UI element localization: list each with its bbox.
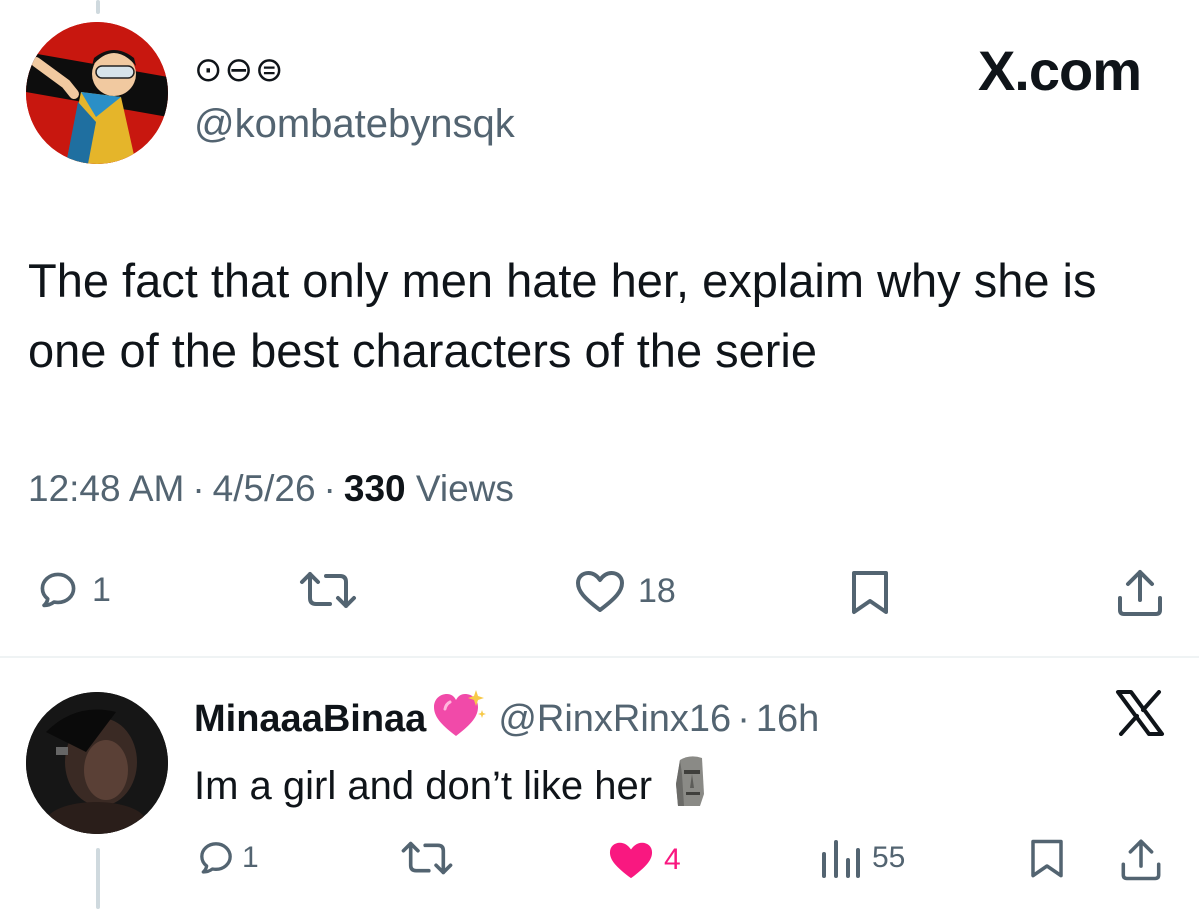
reply-bookmark-button[interactable] (1026, 836, 1068, 882)
reply-author-avatar[interactable] (26, 692, 168, 834)
reply-text: Im a girl and don’t like her (194, 763, 653, 808)
views-count[interactable]: 330 (344, 468, 406, 509)
heart-outline-icon (576, 571, 624, 612)
reply-icon (40, 572, 76, 608)
display-name[interactable]: ⊙⊖⊜ (194, 50, 285, 90)
thread-line-top (96, 0, 100, 14)
reply-views-button[interactable]: 55 (818, 838, 905, 878)
bookmark-icon (852, 571, 888, 614)
like-button[interactable]: 18 (574, 568, 676, 614)
reply-views-count: 55 (872, 841, 906, 874)
moai-icon (670, 754, 710, 818)
reply-like-count: 4 (664, 843, 681, 876)
x-logo-icon (1115, 690, 1165, 741)
author-avatar[interactable] (26, 22, 168, 164)
x-brand-watermark: X.com (977, 39, 1142, 102)
reply-count: 1 (92, 570, 111, 609)
invincible-avatar-image (26, 22, 168, 164)
reply-avatar-image (26, 692, 168, 834)
repost-icon (401, 841, 453, 875)
reply-reply-button[interactable]: 1 (196, 838, 259, 878)
reply-text-row: Im a girl and don’t like her (194, 754, 710, 818)
bookmark-button[interactable] (846, 568, 894, 618)
tweet-date[interactable]: 4/5/26 (213, 468, 316, 509)
author-handle[interactable]: @kombatebynsqk (194, 102, 515, 147)
reply-like-button[interactable]: 4 (606, 838, 681, 882)
repost-icon (300, 572, 356, 608)
bookmark-icon (1031, 839, 1063, 878)
analytics-icon (822, 840, 860, 878)
reply-share-button[interactable] (1118, 836, 1164, 882)
repost-button[interactable] (296, 568, 360, 612)
views-label[interactable]: Views (416, 468, 514, 509)
tweet-text: The fact that only men hate her, explaim… (28, 254, 1097, 377)
sparkling-heart-icon (430, 688, 488, 750)
reply-display-name[interactable]: MinaaaBinaa (194, 698, 426, 741)
reply-repost-button[interactable] (398, 838, 456, 878)
tweet-time[interactable]: 12:48 AM (28, 468, 184, 509)
reply-time[interactable]: 16h (756, 698, 819, 741)
meta-separator: · (323, 468, 336, 509)
heart-filled-icon (609, 842, 653, 879)
reply-reply-count: 1 (242, 841, 259, 874)
tweet-metadata: 12:48 AM · 4/5/26 · 330 Views (28, 468, 514, 510)
reply-header: MinaaaBinaa @RinxRinx16 · 16h (194, 688, 819, 750)
thread-line-bottom (96, 848, 100, 909)
like-count: 18 (638, 571, 676, 610)
share-icon (1121, 839, 1161, 881)
reply-handle[interactable]: @RinxRinx16 (498, 698, 731, 741)
share-icon (1118, 570, 1162, 616)
meta-separator: · (192, 468, 205, 509)
divider (0, 656, 1199, 658)
reply-button[interactable]: 1 (36, 568, 111, 612)
reply-icon (200, 842, 232, 874)
reply-separator: · (737, 697, 750, 740)
share-button[interactable] (1114, 566, 1166, 618)
